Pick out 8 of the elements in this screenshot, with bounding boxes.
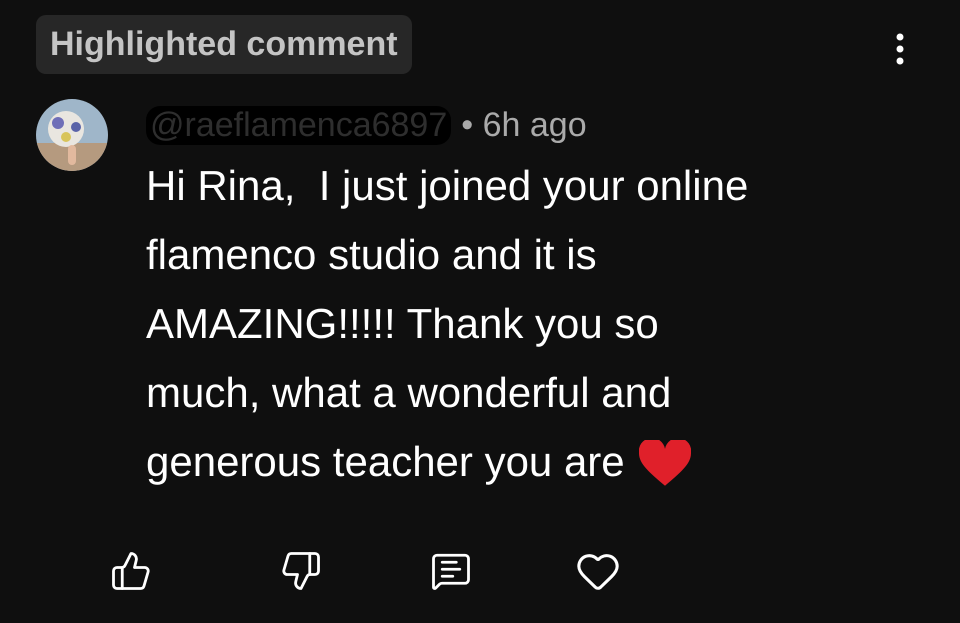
more-options-button[interactable] — [896, 33, 904, 65]
thumbs-up-icon — [110, 550, 152, 592]
more-vertical-icon — [896, 33, 904, 65]
highlighted-comment-badge: Highlighted comment — [36, 15, 412, 74]
heart-emoji-icon — [638, 440, 691, 486]
thumbs-down-icon — [280, 550, 322, 592]
comment-text: Hi Rina, I just joined your online flamenco studio and it is AMAZING!!!!! Thank you so much, what a wonderful and generous teacher you are — [146, 161, 750, 488]
comment-time: • 6h ago — [461, 106, 587, 144]
